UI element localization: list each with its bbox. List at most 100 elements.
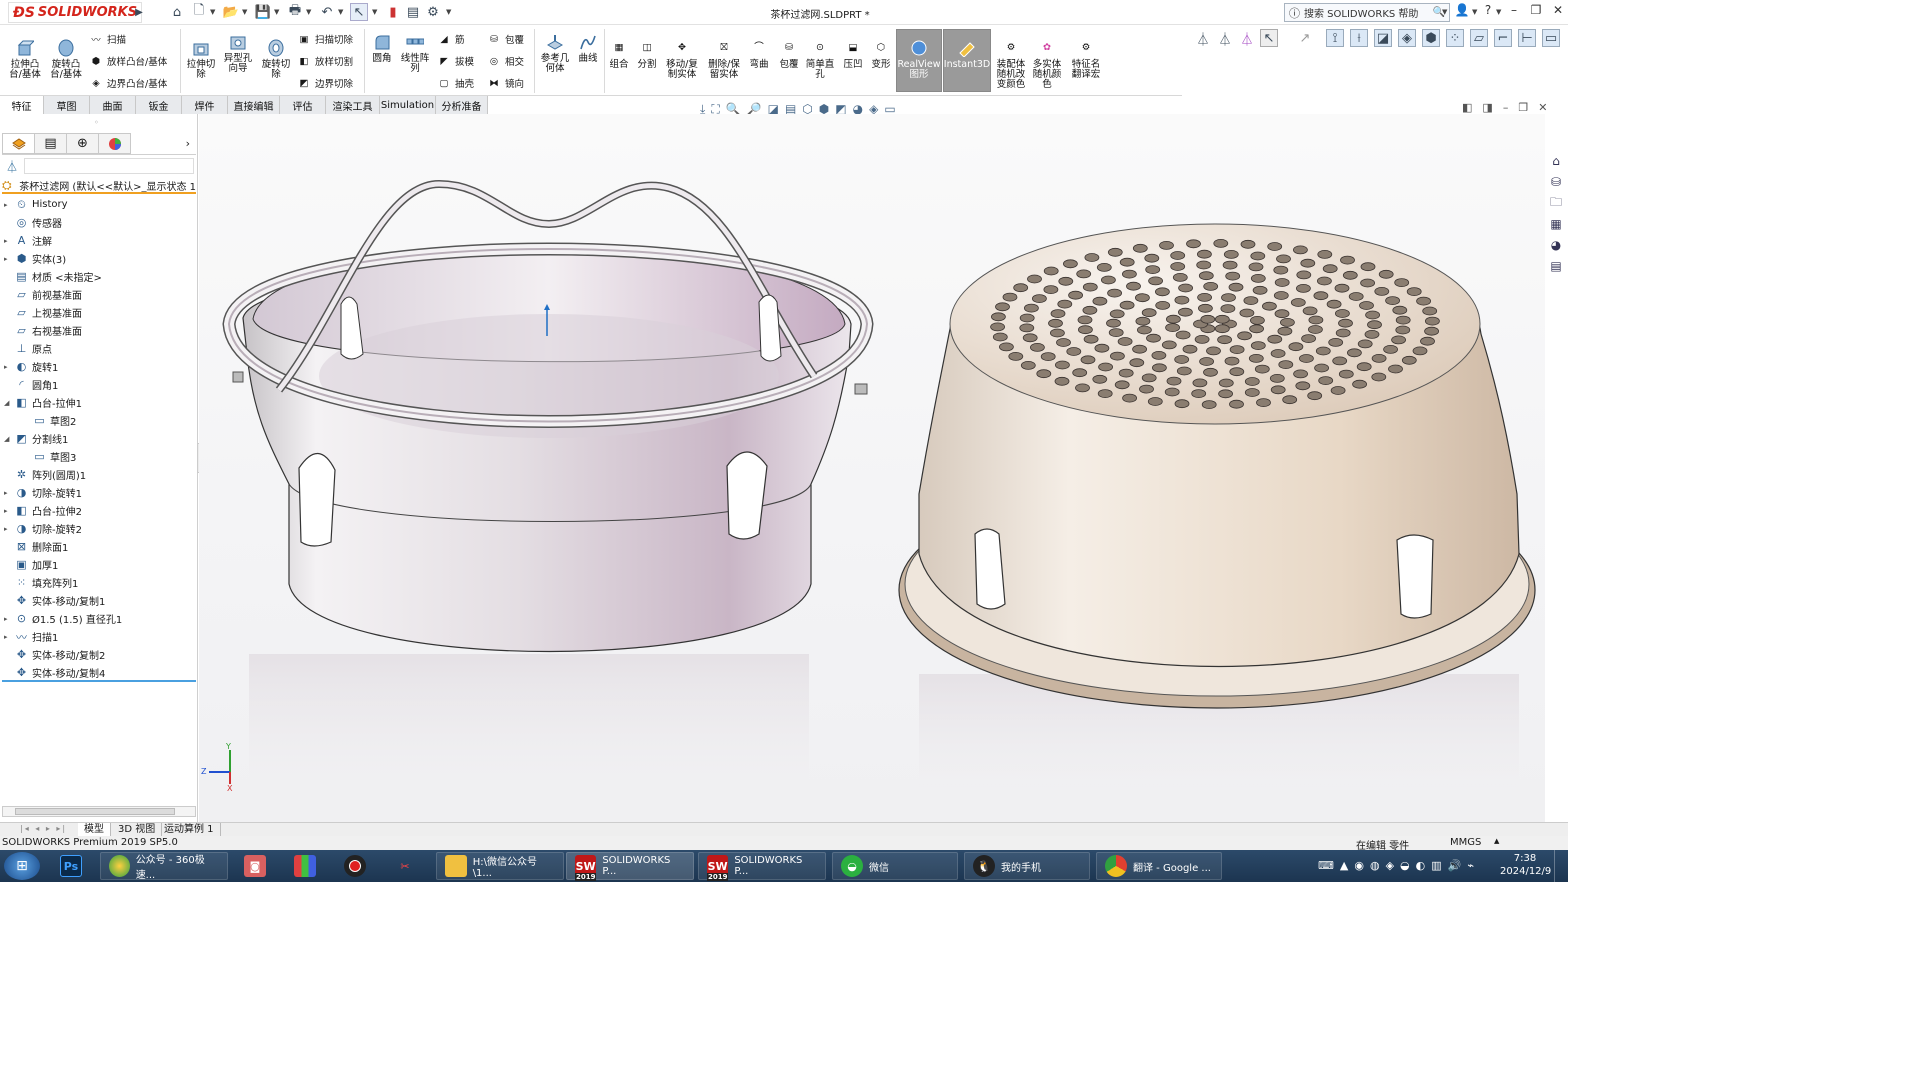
- tool-app-icon[interactable]: ✂: [394, 855, 416, 877]
- home-icon[interactable]: ⌂: [168, 3, 186, 21]
- move-copy-body-button[interactable]: ✥ 移动/复 制实体: [662, 38, 702, 80]
- extrude-cut-button[interactable]: 拉伸切 除: [184, 38, 218, 80]
- flex-button[interactable]: ⌒ 弯曲: [746, 38, 772, 70]
- expand-arrow-icon[interactable]: ▸: [4, 201, 14, 209]
- sweep-button[interactable]: 〰扫描: [88, 30, 126, 48]
- select-arrow-icon[interactable]: ↖: [1260, 29, 1278, 47]
- expand-arrow-icon[interactable]: ▸: [4, 255, 14, 263]
- network-icon[interactable]: ▥: [1431, 859, 1441, 872]
- undo-icon[interactable]: ↶: [318, 3, 336, 21]
- tree-item[interactable]: ✥ 实体-移动/复制4: [4, 664, 105, 681]
- chevron-down-icon[interactable]: ▼: [372, 8, 377, 16]
- taskbar-clock[interactable]: 7:38 2024/12/9: [1500, 852, 1551, 878]
- chevron-down-icon[interactable]: ▼: [1472, 8, 1477, 16]
- tree-root-part[interactable]: ⛭ 茶杯过滤网 (默认<<默认>_显示状态 1: [2, 178, 196, 194]
- expand-arrow-icon[interactable]: ◢: [4, 435, 14, 443]
- tree-item[interactable]: ▸ A 注解: [4, 232, 52, 249]
- tree-item[interactable]: ▤ 材质 <未指定>: [4, 268, 102, 285]
- minimize-icon[interactable]: –: [1504, 3, 1524, 21]
- chevron-down-icon[interactable]: ▼: [274, 8, 279, 16]
- graphics-area[interactable]: Y Z X: [199, 114, 1545, 822]
- new-document-icon[interactable]: 🗋: [190, 3, 208, 21]
- tree-filter-icon[interactable]: ⏃: [6, 158, 18, 175]
- chevron-up-icon[interactable]: ▲: [1494, 837, 1499, 845]
- tree-item[interactable]: ◢ ◩ 分割线1: [4, 430, 68, 447]
- expand-arrow-icon[interactable]: ◢: [4, 399, 14, 407]
- simple-hole-button[interactable]: ⊙ 简单直 孔: [804, 38, 836, 80]
- expand-arrow-icon[interactable]: ▸: [4, 237, 14, 245]
- property-manager-tab-icon[interactable]: ▤: [34, 133, 67, 154]
- taskbar-item-qq-phone[interactable]: 🐧 我的手机: [964, 852, 1090, 880]
- tree-item[interactable]: ▸ 〰扫描1: [4, 628, 58, 645]
- appearances-icon[interactable]: ◕: [1547, 236, 1565, 254]
- tab-1[interactable]: 草图: [44, 96, 90, 114]
- perforated-cap-model[interactable]: [898, 223, 1536, 709]
- print-icon[interactable]: 🖶: [286, 3, 304, 21]
- tree-filter-input[interactable]: [24, 158, 194, 174]
- filter-surfaces-icon[interactable]: ◈: [1398, 29, 1416, 47]
- tab-6[interactable]: 评估: [280, 96, 326, 114]
- tab-2[interactable]: 曲面: [90, 96, 136, 114]
- expand-arrow-icon[interactable]: ▸: [4, 507, 14, 515]
- options-gear-icon[interactable]: ⚙: [424, 3, 442, 21]
- tab-7[interactable]: 渲染工具: [326, 96, 380, 114]
- split-button[interactable]: ◫ 分割: [634, 38, 660, 70]
- instant3d-button[interactable]: Instant3D: [943, 29, 991, 92]
- multibody-random-color-button[interactable]: ✿ 多实体 随机颜 色: [1030, 38, 1064, 90]
- tab-scroll-arrows-icon[interactable]: |◂ ◂ ▸ ▸|: [20, 824, 67, 833]
- tab-motion-study[interactable]: 运动算例 1: [158, 823, 221, 836]
- save-icon[interactable]: 💾: [254, 3, 272, 21]
- app-icon[interactable]: ◙: [244, 855, 266, 877]
- tree-item[interactable]: ◢ ◧ 凸台-拉伸1: [4, 394, 82, 411]
- chevron-right-icon[interactable]: ›: [180, 133, 196, 154]
- colorful-app-icon[interactable]: [294, 855, 316, 877]
- tab-8[interactable]: Simulation: [380, 96, 436, 114]
- chevron-down-icon[interactable]: ▼: [242, 8, 247, 16]
- tree-item[interactable]: ▱ 上视基准面: [4, 304, 82, 321]
- design-library-icon[interactable]: ⛁: [1547, 173, 1565, 191]
- panel-grip-icon[interactable]: ◦: [94, 118, 99, 127]
- wrap-feature-button[interactable]: ⛁ 包覆: [776, 38, 802, 70]
- tree-item[interactable]: ✥ 实体-移动/复制2: [4, 646, 105, 663]
- realview-graphics-button[interactable]: RealView 图形: [896, 29, 942, 92]
- filter-dims-icon[interactable]: ⊢: [1518, 29, 1536, 47]
- tree-item[interactable]: ✥ 实体-移动/复制1: [4, 592, 105, 609]
- viewport-close-icon[interactable]: ✕: [1538, 101, 1547, 114]
- tab-model[interactable]: 模型: [78, 823, 111, 836]
- tab-3d-views[interactable]: 3D 视图: [112, 823, 163, 836]
- viewport-restore-icon[interactable]: ❐: [1518, 101, 1528, 114]
- assembly-random-color-button[interactable]: ⚙ 装配体 随机改 变颜色: [994, 38, 1028, 90]
- photoshop-icon[interactable]: Ps: [60, 855, 82, 877]
- taskbar-item-solidworks-2[interactable]: SW 2019 SOLIDWORKS P...: [698, 852, 826, 881]
- expand-arrow-icon[interactable]: ▸: [4, 363, 14, 371]
- tray-app-icon[interactable]: ◐: [1416, 859, 1426, 872]
- tree-item[interactable]: ▭ 草图2: [22, 412, 76, 429]
- tile-left-icon[interactable]: ◧: [1462, 101, 1472, 114]
- display-manager-tab-icon[interactable]: [98, 133, 131, 154]
- hole-wizard-button[interactable]: 异型孔 向导: [220, 32, 256, 74]
- help-search-box[interactable]: ⓘ 搜索 SOLIDWORKS 帮助 🔍: [1284, 3, 1450, 22]
- configuration-manager-tab-icon[interactable]: ⊕: [66, 133, 99, 154]
- tree-item[interactable]: ▭ 草图3: [22, 448, 76, 465]
- taskbar-item-360-browser[interactable]: 公众号 - 360极速...: [100, 852, 228, 881]
- menu-expand-icon[interactable]: ▶: [130, 3, 148, 21]
- solidworks-logo[interactable]: ƉS SOLIDWORKS: [8, 2, 143, 23]
- ime-icon[interactable]: ⌁: [1467, 859, 1474, 872]
- filter-planes-icon[interactable]: ▱: [1470, 29, 1488, 47]
- record-icon[interactable]: [344, 855, 366, 877]
- boundary-boss-button[interactable]: ◈ 边界凸台/基体: [88, 74, 167, 92]
- filter-notes-icon[interactable]: ▭: [1542, 29, 1560, 47]
- intersect-button[interactable]: ◎ 相交: [486, 52, 524, 70]
- tree-item[interactable]: ▸ ⊙ Ø1.5 (1.5) 直径孔1: [4, 610, 122, 627]
- tray-app-icon[interactable]: ◉: [1354, 859, 1364, 872]
- deform-button[interactable]: ⬡ 变形: [868, 38, 894, 70]
- tree-item[interactable]: ▣ 加厚1: [4, 556, 58, 573]
- feature-tree-tab-icon[interactable]: [2, 133, 35, 154]
- select-icon[interactable]: ↖: [350, 3, 368, 21]
- tree-item[interactable]: ◜ 圆角1: [4, 376, 58, 393]
- tab-9[interactable]: 分析准备: [436, 96, 488, 114]
- tree-item[interactable]: ▸ ◑ 切除-旋转2: [4, 520, 82, 537]
- reference-geometry-button[interactable]: 参考几 何体: [538, 32, 572, 74]
- scrollbar-thumb[interactable]: [15, 808, 175, 815]
- loft-boss-button[interactable]: ⬢ 放样凸台/基体: [88, 52, 167, 70]
